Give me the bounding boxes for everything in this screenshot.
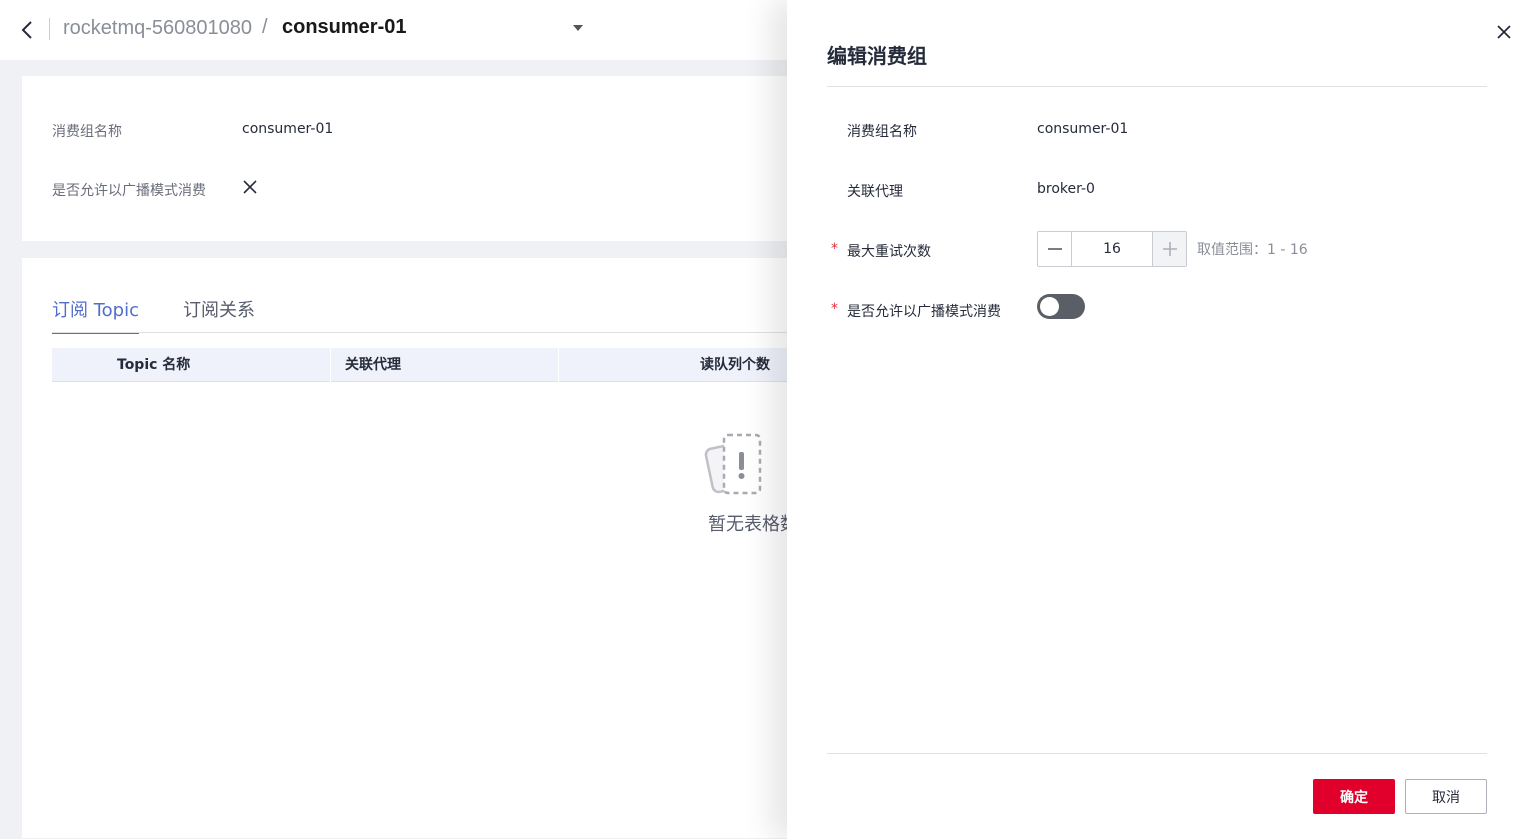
header-divider <box>49 18 50 40</box>
breadcrumb-separator: / <box>262 16 268 38</box>
cancel-button[interactable]: 取消 <box>1405 779 1487 814</box>
decrement-button[interactable] <box>1038 232 1071 266</box>
max-retry-stepper: 16 <box>1037 231 1187 267</box>
column-divider <box>558 348 559 382</box>
cross-icon <box>242 179 258 195</box>
drawer-broker-value: broker-0 <box>1037 181 1095 197</box>
required-mark: * <box>831 301 838 317</box>
toggle-knob <box>1040 297 1059 316</box>
column-header-topic-name[interactable]: Topic 名称 <box>117 348 190 382</box>
tab-subscribed-topic[interactable]: 订阅 Topic <box>52 296 139 334</box>
retry-range-hint: 取值范围：1 - 16 <box>1197 242 1308 258</box>
drawer-header-divider <box>827 86 1487 87</box>
confirm-button[interactable]: 确定 <box>1313 779 1395 814</box>
drawer-title: 编辑消费组 <box>827 44 927 68</box>
group-name-value: consumer-01 <box>242 121 334 137</box>
required-mark: * <box>831 241 838 257</box>
tab-subscription-relation[interactable]: 订阅关系 <box>183 296 255 332</box>
empty-table-icon <box>704 432 768 498</box>
column-header-broker[interactable]: 关联代理 <box>345 348 401 382</box>
drawer-group-name-label: 消费组名称 <box>847 124 917 140</box>
minus-icon <box>1047 248 1062 250</box>
broadcast-toggle[interactable] <box>1037 294 1085 319</box>
max-retry-input[interactable]: 16 <box>1071 232 1153 266</box>
chevron-left-icon[interactable] <box>18 18 38 42</box>
column-divider <box>330 348 331 382</box>
empty-table-text: 暂无表格数 <box>708 514 798 535</box>
plus-icon <box>1162 242 1177 256</box>
drawer-broker-label: 关联代理 <box>847 184 903 200</box>
breadcrumb-current: consumer-01 <box>282 16 407 38</box>
edit-consumer-group-drawer: 编辑消费组 消费组名称 consumer-01 关联代理 broker-0 * … <box>787 0 1537 839</box>
group-name-label: 消费组名称 <box>52 124 122 140</box>
broadcast-label: 是否允许以广播模式消费 <box>52 183 206 199</box>
breadcrumb-parent[interactable]: rocketmq-560801080 <box>63 17 252 40</box>
close-icon[interactable] <box>1497 24 1511 39</box>
max-retry-label: 最大重试次数 <box>847 244 931 260</box>
drawer-footer-divider <box>827 753 1487 754</box>
caret-down-icon[interactable] <box>573 25 583 31</box>
drawer-group-name-value: consumer-01 <box>1037 121 1129 137</box>
increment-button[interactable] <box>1153 232 1186 266</box>
column-header-read-queues[interactable]: 读队列个数 <box>700 348 770 382</box>
broadcast-toggle-label: 是否允许以广播模式消费 <box>847 304 1001 320</box>
